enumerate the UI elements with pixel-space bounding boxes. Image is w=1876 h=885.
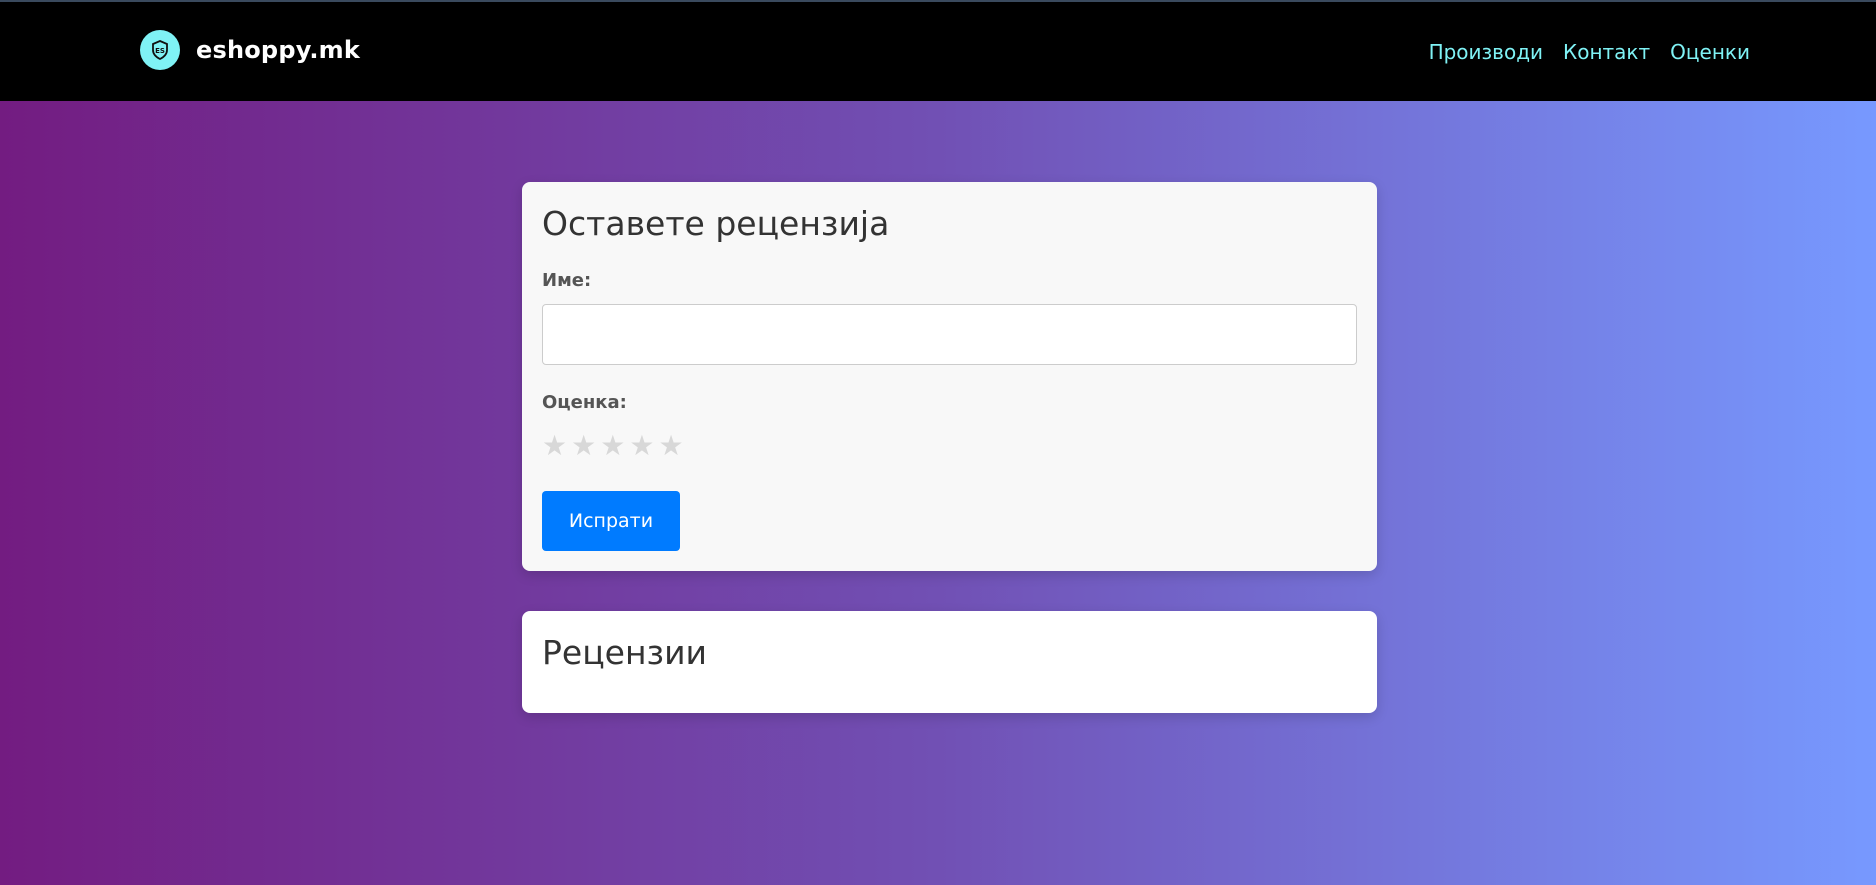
name-label: Име: bbox=[542, 270, 592, 291]
brand[interactable]: ES eshoppy.mk bbox=[140, 30, 360, 70]
review-form-title: Оставете рецензија bbox=[542, 204, 890, 243]
star-icon[interactable]: ★ bbox=[571, 432, 596, 460]
star-icon[interactable]: ★ bbox=[629, 432, 654, 460]
nav-link-contact[interactable]: Контакт bbox=[1563, 40, 1650, 64]
nav-link-products[interactable]: Производи bbox=[1429, 40, 1543, 64]
reviews-card: Рецензии bbox=[522, 611, 1377, 713]
star-icon[interactable]: ★ bbox=[542, 432, 567, 460]
star-rating: ★ ★ ★ ★ ★ bbox=[542, 432, 684, 460]
reviews-title: Рецензии bbox=[542, 633, 707, 672]
submit-button[interactable]: Испрати bbox=[542, 491, 680, 551]
svg-text:ES: ES bbox=[155, 47, 165, 55]
star-icon[interactable]: ★ bbox=[600, 432, 625, 460]
nav-links: Производи Контакт Оценки bbox=[1429, 40, 1750, 64]
brand-name[interactable]: eshoppy.mk bbox=[196, 36, 360, 64]
navbar: ES eshoppy.mk Производи Контакт Оценки bbox=[0, 2, 1876, 101]
rating-label: Оценка: bbox=[542, 392, 627, 413]
shield-badge-icon: ES bbox=[140, 30, 180, 70]
name-input[interactable] bbox=[542, 304, 1357, 365]
star-icon[interactable]: ★ bbox=[658, 432, 683, 460]
nav-link-ratings[interactable]: Оценки bbox=[1670, 40, 1750, 64]
review-form-card: Оставете рецензија Име: Оценка: ★ ★ ★ ★ … bbox=[522, 182, 1377, 571]
